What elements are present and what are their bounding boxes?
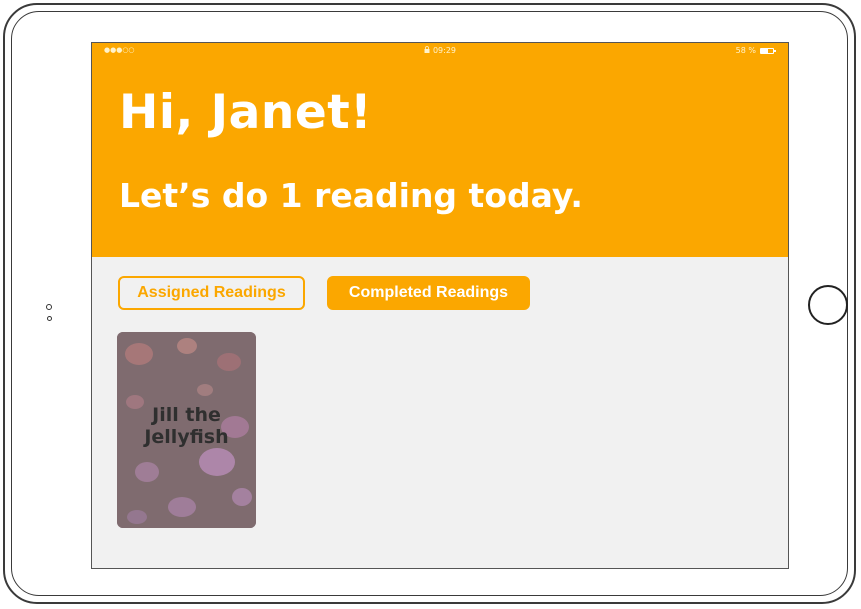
lock-icon: [424, 46, 430, 55]
camera-icon: [46, 304, 52, 310]
app-screen: ●●●○○ 09:29 58 % Hi, Janet! Let’s do 1 r…: [91, 42, 789, 569]
reading-goal-subtitle: Let’s do 1 reading today.: [119, 176, 583, 215]
sensor-icon: [47, 316, 52, 321]
battery-icon: [760, 47, 776, 54]
battery-percent: 58 %: [735, 46, 756, 55]
tab-assigned-readings[interactable]: Assigned Readings: [118, 276, 305, 310]
status-time: 09:29: [92, 46, 788, 55]
status-time-text: 09:29: [432, 46, 457, 55]
book-title-line-2: Jellyfish: [144, 426, 229, 449]
book-title: Jill the Jellyfish: [117, 404, 256, 449]
battery-status: 58 %: [735, 46, 776, 55]
book-card[interactable]: Jill the Jellyfish: [117, 332, 256, 528]
greeting-title: Hi, Janet!: [119, 85, 373, 140]
reading-tabs: Assigned Readings Completed Readings: [118, 276, 530, 310]
book-title-line-1: Jill the: [152, 404, 221, 426]
home-button[interactable]: [808, 285, 848, 325]
battery-tip: [774, 49, 776, 52]
battery-fill: [761, 48, 768, 53]
header-banner: ●●●○○ 09:29 58 % Hi, Janet! Let’s do 1 r…: [92, 43, 788, 257]
tab-completed-readings[interactable]: Completed Readings: [327, 276, 530, 310]
status-bar: ●●●○○ 09:29 58 %: [92, 43, 788, 57]
